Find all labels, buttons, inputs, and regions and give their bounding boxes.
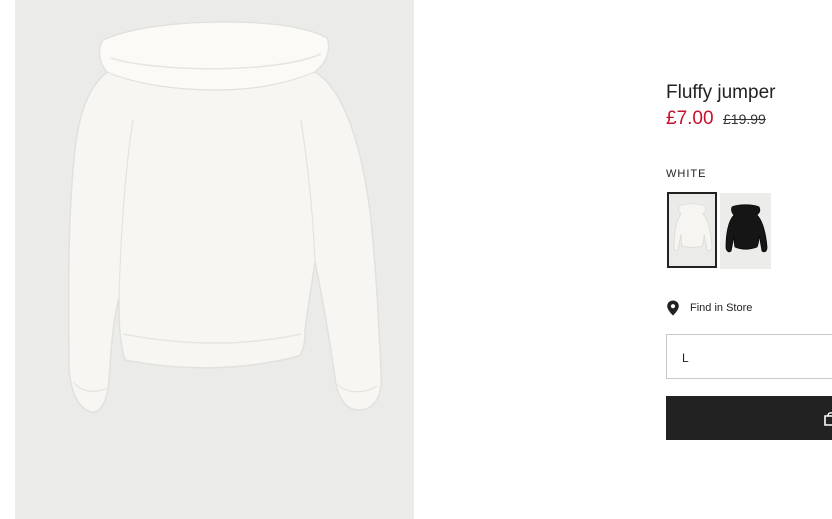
swatch-black[interactable] [720, 193, 771, 269]
shopping-bag-icon [824, 412, 832, 426]
size-selected-value: L [682, 351, 689, 365]
black-jumper-thumbnail [725, 204, 768, 253]
size-select[interactable]: L [666, 334, 832, 379]
fluffy-jumper-photo [67, 21, 383, 413]
white-jumper-thumbnail [673, 203, 713, 252]
price-row: £7.00 £19.99 [666, 108, 766, 130]
location-pin-icon [667, 300, 679, 316]
add-to-bag-button[interactable] [666, 396, 832, 440]
product-image[interactable] [15, 0, 414, 519]
product-title: Fluffy jumper [666, 82, 776, 103]
color-label: WHITE [666, 168, 707, 180]
swatch-white[interactable] [667, 192, 717, 268]
original-price: £19.99 [723, 111, 766, 127]
find-in-store-label: Find in Store [690, 302, 753, 314]
sale-price: £7.00 [666, 108, 714, 129]
